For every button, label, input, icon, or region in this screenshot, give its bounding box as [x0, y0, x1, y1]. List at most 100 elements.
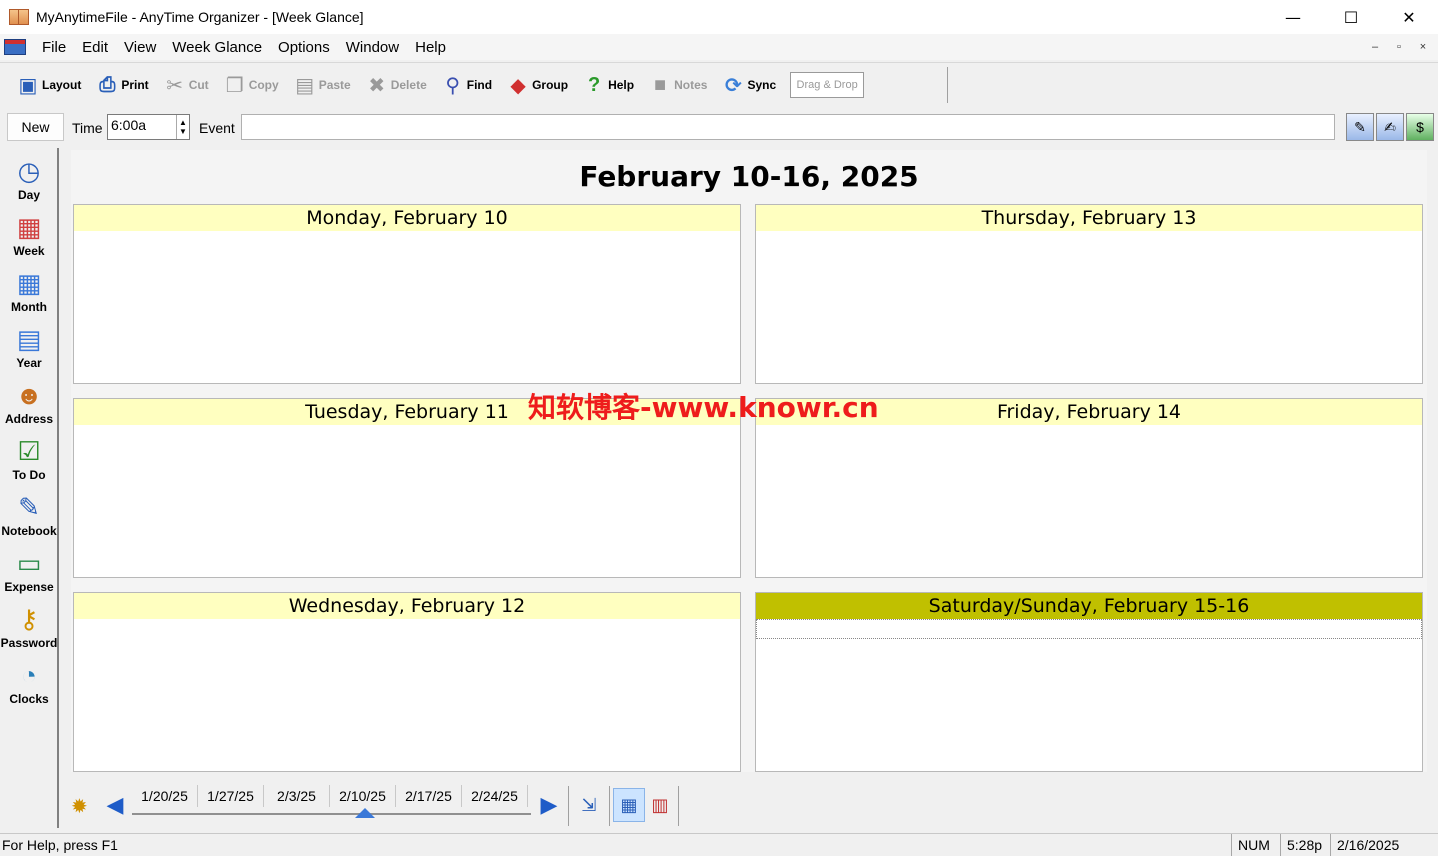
day-header: Wednesday, February 12	[74, 593, 740, 619]
day-panel-wednesday[interactable]: Wednesday, February 12	[73, 592, 741, 772]
note-view-icon[interactable]: ✍	[1376, 113, 1404, 141]
week-tab-1[interactable]: 1/20/25	[132, 785, 198, 807]
sidebar-item-week[interactable]: ▦ Week	[0, 210, 58, 266]
sidebar-item-day[interactable]: ◷ Day	[0, 154, 58, 210]
menu-week-glance[interactable]: Week Glance	[164, 39, 270, 56]
sync-label: Sync	[747, 78, 777, 92]
group-icon: ◆	[510, 74, 526, 97]
menu-edit[interactable]: Edit	[74, 39, 116, 56]
week-tab-3[interactable]: 2/3/25	[264, 785, 330, 807]
maximize-button[interactable]: ☐	[1322, 0, 1380, 34]
menu-view[interactable]: View	[116, 39, 164, 56]
todo-checklist-icon: ☑	[17, 435, 41, 466]
copy-button[interactable]: ❐ Copy	[215, 68, 285, 102]
sidebar-item-label: Month	[11, 300, 47, 314]
watermark: 知软博客-www.knowr.cn	[528, 391, 879, 424]
year-calendar-icon: ▤	[16, 323, 42, 354]
sidebar-item-label: Clocks	[9, 692, 49, 706]
grid-view-icon[interactable]: ▦	[613, 788, 645, 822]
sidebar-item-label: Day	[17, 188, 40, 202]
edit-view-icon[interactable]: ✎	[1346, 113, 1374, 141]
nav-separator	[678, 786, 679, 826]
toolbar-buttons: ▣ Layout ⎙ Print ✂ Cut ❐ Copy ▤ Paste ✖ …	[8, 67, 948, 103]
paste-button[interactable]: ▤ Paste	[285, 68, 357, 102]
goto-date-icon[interactable]: ⇲	[576, 793, 602, 817]
time-value: 6:00a	[111, 117, 147, 133]
day-header: Thursday, February 13	[756, 205, 1422, 231]
week-tab-2[interactable]: 1/27/25	[198, 785, 264, 807]
sidebar-item-label: Address	[4, 412, 54, 426]
next-week-arrow-icon[interactable]: ▶	[538, 792, 560, 818]
mdi-minimize-button[interactable]: –	[1366, 38, 1384, 55]
menu-window[interactable]: Window	[338, 39, 407, 56]
copy-icon: ❐	[225, 74, 244, 97]
sidebar-item-clocks[interactable]: ◔ Clocks	[0, 658, 58, 714]
mdi-restore-button[interactable]: ▫	[1390, 38, 1408, 55]
spin-up-icon[interactable]: ▲	[179, 118, 187, 127]
window-controls: — ☐ ✕	[1264, 0, 1438, 34]
sidebar-item-notebook[interactable]: ✎ Notebook	[0, 490, 58, 546]
sidebar-item-address[interactable]: ☻ Address	[0, 378, 58, 434]
today-sun-icon[interactable]: ✹	[71, 794, 88, 819]
sidebar-item-todo[interactable]: ☑ To Do	[0, 434, 58, 490]
drag-drop-target[interactable]: Drag & Drop	[790, 72, 865, 98]
copy-label: Copy	[248, 78, 279, 92]
menu-options[interactable]: Options	[270, 39, 338, 56]
status-help-text: For Help, press F1	[2, 837, 118, 853]
time-field[interactable]: 6:00a ▲ ▼	[107, 114, 190, 140]
print-button[interactable]: ⎙ Print	[87, 68, 154, 102]
paste-label: Paste	[318, 78, 351, 92]
delete-button[interactable]: ✖ Delete	[357, 68, 433, 102]
week-navigator: ✹ ◀ 1/20/25 1/27/25 2/3/25 2/10/25 2/17/…	[61, 782, 1438, 830]
week-tab-6[interactable]: 2/24/25	[462, 785, 528, 807]
new-event-button[interactable]: New	[7, 113, 64, 141]
day-panel-thursday[interactable]: Thursday, February 13	[755, 204, 1423, 384]
sidebar-item-month[interactable]: ▦ Month	[0, 266, 58, 322]
menu-help[interactable]: Help	[407, 39, 454, 56]
layout-button[interactable]: ▣ Layout	[8, 68, 87, 102]
money-view-icon[interactable]: $	[1406, 113, 1434, 141]
mdi-close-button[interactable]: ×	[1414, 38, 1432, 55]
find-button[interactable]: ⚲ Find	[433, 68, 498, 102]
paste-icon: ▤	[295, 74, 315, 97]
view-shortcut-icons: ✎ ✍ $	[1346, 113, 1434, 141]
previous-week-arrow-icon[interactable]: ◀	[104, 792, 126, 818]
day-panel-weekend[interactable]: Saturday/Sunday, February 15-16	[755, 592, 1423, 772]
notes-button[interactable]: ■ Notes	[640, 68, 713, 102]
week-calendar-icon: ▦	[16, 211, 42, 242]
selected-time-slot[interactable]	[756, 619, 1422, 639]
sync-button[interactable]: ⟳ Sync	[713, 68, 782, 102]
spin-down-icon[interactable]: ▼	[179, 127, 187, 136]
menu-file[interactable]: File	[34, 39, 74, 56]
date-slider-track[interactable]	[132, 813, 531, 815]
minimize-button[interactable]: —	[1264, 0, 1322, 34]
sidebar-item-year[interactable]: ▤ Year	[0, 322, 58, 378]
event-input[interactable]	[241, 114, 1335, 140]
week-tab-5[interactable]: 2/17/25	[396, 785, 462, 807]
sidebar-item-password[interactable]: ⚷ Password	[0, 602, 58, 658]
help-button[interactable]: ? Help	[574, 68, 640, 102]
group-button[interactable]: ◆ Group	[498, 68, 574, 102]
day-header: Monday, February 10	[74, 205, 740, 231]
day-panel-monday[interactable]: Monday, February 10	[73, 204, 741, 384]
sidebar-item-expense[interactable]: ▭ Expense	[0, 546, 58, 602]
window-title: MyAnytimeFile - AnyTime Organizer - [Wee…	[36, 9, 364, 25]
notes-label: Notes	[674, 78, 708, 92]
layout-label: Layout	[42, 78, 82, 92]
nav-separator	[609, 786, 610, 826]
week-tab-4-selected[interactable]: 2/10/25	[330, 785, 396, 807]
date-slider-marker[interactable]	[355, 808, 375, 818]
time-spinner[interactable]: ▲ ▼	[176, 115, 189, 139]
event-label: Event	[199, 120, 235, 136]
week-canvas: February 10-16, 2025 Monday, February 10…	[71, 150, 1427, 772]
delete-label: Delete	[390, 78, 427, 92]
password-key-icon: ⚷	[19, 603, 39, 634]
bar-chart-view-icon[interactable]: ▥	[647, 793, 673, 817]
status-time: 5:28p	[1280, 834, 1328, 856]
sidebar-item-label: Week	[13, 244, 45, 258]
calendar-menu-icon[interactable]	[4, 39, 26, 55]
notebook-icon: ✎	[18, 491, 40, 522]
status-date: 2/16/2025	[1330, 834, 1405, 856]
cut-button[interactable]: ✂ Cut	[155, 68, 215, 102]
close-button[interactable]: ✕	[1380, 0, 1438, 34]
